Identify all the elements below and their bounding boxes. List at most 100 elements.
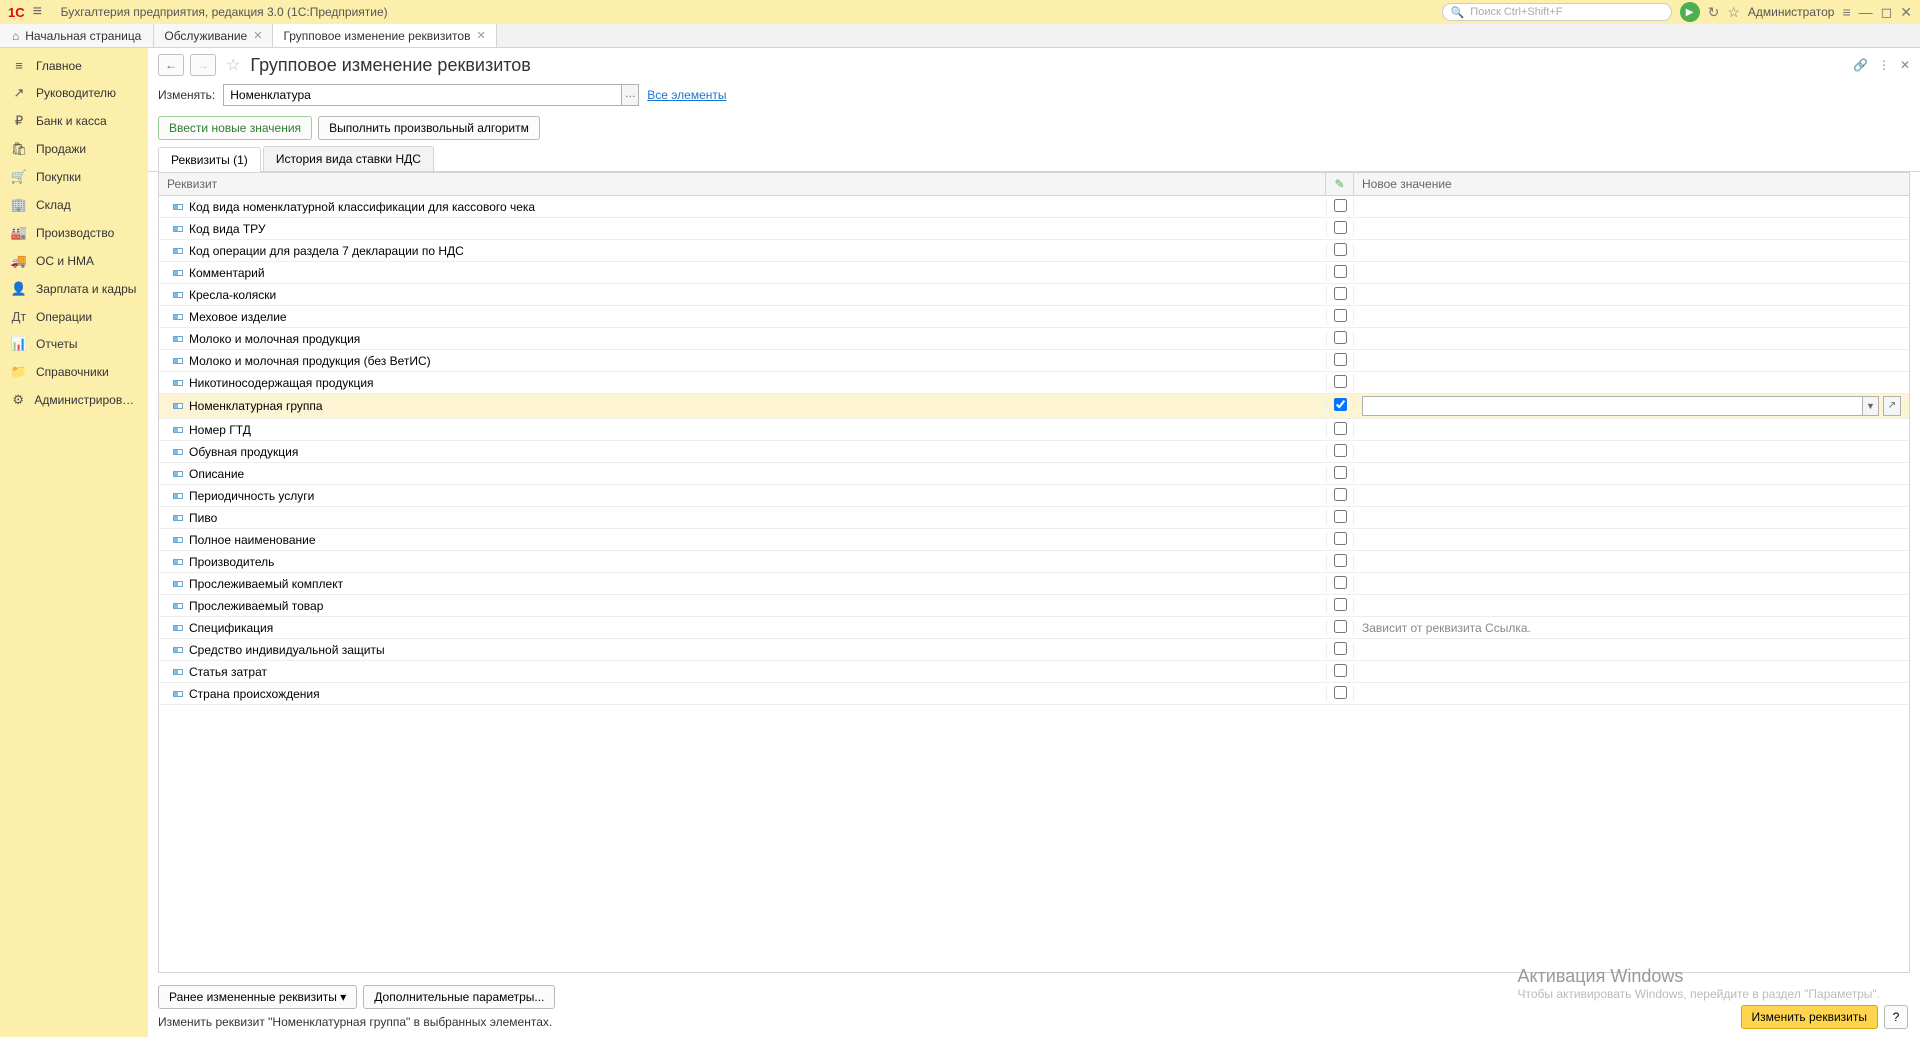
table-row[interactable]: СпецификацияЗависит от реквизита Ссылка. bbox=[159, 617, 1909, 639]
table-row[interactable]: Страна происхождения bbox=[159, 683, 1909, 705]
row-checkbox[interactable] bbox=[1334, 398, 1347, 411]
table-row[interactable]: Кресла-коляски bbox=[159, 284, 1909, 306]
prev-changed-button[interactable]: Ранее измененные реквизиты ▾ bbox=[158, 985, 357, 1009]
attributes-table: Реквизит ✎ Новое значение Код вида номен… bbox=[158, 172, 1910, 973]
sidebar-item-9[interactable]: ДтОперации bbox=[0, 303, 148, 330]
table-row[interactable]: Комментарий bbox=[159, 262, 1909, 284]
link-icon[interactable]: 🔗 bbox=[1853, 58, 1868, 72]
row-name: Номенклатурная группа bbox=[189, 399, 323, 413]
row-checkbox[interactable] bbox=[1334, 466, 1347, 479]
page-close-icon[interactable]: ✕ bbox=[1900, 58, 1910, 72]
table-row[interactable]: Пиво bbox=[159, 507, 1909, 529]
row-checkbox[interactable] bbox=[1334, 221, 1347, 234]
row-checkbox[interactable] bbox=[1334, 309, 1347, 322]
tab-1[interactable]: Групповое изменение реквизитов✕ bbox=[273, 24, 496, 47]
dropdown-icon[interactable]: ▼ bbox=[1863, 396, 1879, 416]
tab-close-icon[interactable]: ✕ bbox=[476, 29, 485, 42]
table-row[interactable]: Статья затрат bbox=[159, 661, 1909, 683]
history-icon[interactable]: ↻ bbox=[1708, 4, 1720, 21]
back-button[interactable]: ← bbox=[158, 54, 184, 76]
value-input[interactable] bbox=[1362, 396, 1863, 416]
minimize-icon[interactable]: — bbox=[1859, 4, 1873, 20]
col-value-header[interactable]: Новое значение bbox=[1354, 173, 1909, 195]
algorithm-button[interactable]: Выполнить произвольный алгоритм bbox=[318, 116, 540, 140]
table-row[interactable]: Прослеживаемый комплект bbox=[159, 573, 1909, 595]
sidebar-item-12[interactable]: ⚙Администрирование bbox=[0, 386, 148, 414]
change-input[interactable] bbox=[223, 84, 621, 106]
menu-icon[interactable]: ≡ bbox=[33, 3, 53, 21]
sidebar-item-10[interactable]: 📊Отчеты bbox=[0, 330, 148, 358]
table-row[interactable]: Меховое изделие bbox=[159, 306, 1909, 328]
table-row[interactable]: Номенклатурная группа ▼↗ bbox=[159, 394, 1909, 419]
table-row[interactable]: Обувная продукция bbox=[159, 441, 1909, 463]
row-checkbox[interactable] bbox=[1334, 375, 1347, 388]
row-checkbox[interactable] bbox=[1334, 265, 1347, 278]
table-body[interactable]: Код вида номенклатурной классификации дл… bbox=[159, 196, 1909, 972]
more-icon[interactable]: ⋮ bbox=[1878, 58, 1890, 72]
table-row[interactable]: Код вида ТРУ bbox=[159, 218, 1909, 240]
tab-home[interactable]: ⌂ Начальная страница bbox=[0, 24, 154, 47]
sidebar-item-3[interactable]: 🛍Продажи bbox=[0, 135, 148, 163]
row-checkbox[interactable] bbox=[1334, 598, 1347, 611]
table-row[interactable]: Периодичность услуги bbox=[159, 485, 1909, 507]
row-checkbox[interactable] bbox=[1334, 353, 1347, 366]
row-checkbox[interactable] bbox=[1334, 554, 1347, 567]
tab-close-icon[interactable]: ✕ bbox=[253, 29, 262, 42]
star-icon[interactable]: ☆ bbox=[226, 55, 240, 75]
row-checkbox[interactable] bbox=[1334, 331, 1347, 344]
sidebar-item-8[interactable]: 👤Зарплата и кадры bbox=[0, 275, 148, 303]
col-name-header[interactable]: Реквизит bbox=[159, 173, 1326, 195]
table-row[interactable]: Код операции для раздела 7 декларации по… bbox=[159, 240, 1909, 262]
search-input[interactable]: 🔍 Поиск Ctrl+Shift+F bbox=[1442, 3, 1672, 21]
row-checkbox[interactable] bbox=[1334, 686, 1347, 699]
row-checkbox[interactable] bbox=[1334, 243, 1347, 256]
close-icon[interactable]: ✕ bbox=[1900, 4, 1912, 21]
favorite-icon[interactable]: ☆ bbox=[1727, 4, 1740, 21]
row-checkbox[interactable] bbox=[1334, 199, 1347, 212]
table-row[interactable]: Молоко и молочная продукция bbox=[159, 328, 1909, 350]
help-button[interactable]: ? bbox=[1884, 1005, 1908, 1029]
row-checkbox[interactable] bbox=[1334, 576, 1347, 589]
row-checkbox[interactable] bbox=[1334, 642, 1347, 655]
table-row[interactable]: Средство индивидуальной защиты bbox=[159, 639, 1909, 661]
maximize-icon[interactable]: ◻ bbox=[1881, 4, 1893, 21]
user-label[interactable]: Администратор bbox=[1748, 5, 1835, 19]
settings-icon[interactable]: ≡ bbox=[1842, 4, 1850, 20]
sidebar-item-0[interactable]: ≡Главное bbox=[0, 52, 148, 79]
sidebar-item-2[interactable]: ₽Банк и касса bbox=[0, 107, 148, 135]
notifications-icon[interactable]: ▶ bbox=[1680, 2, 1700, 22]
all-elements-link[interactable]: Все элементы bbox=[647, 88, 726, 102]
open-icon[interactable]: ↗ bbox=[1883, 396, 1901, 416]
table-row[interactable]: Молоко и молочная продукция (без ВетИС) bbox=[159, 350, 1909, 372]
more-params-button[interactable]: Дополнительные параметры... bbox=[363, 985, 555, 1009]
table-row[interactable]: Код вида номенклатурной классификации дл… bbox=[159, 196, 1909, 218]
apply-button[interactable]: Изменить реквизиты bbox=[1741, 1005, 1878, 1029]
sidebar-item-1[interactable]: ↗Руководителю bbox=[0, 79, 148, 107]
table-row[interactable]: Никотиносодержащая продукция bbox=[159, 372, 1909, 394]
row-checkbox[interactable] bbox=[1334, 488, 1347, 501]
sidebar-item-11[interactable]: 📁Справочники bbox=[0, 358, 148, 386]
forward-button[interactable]: → bbox=[190, 54, 216, 76]
innertab-0[interactable]: Реквизиты (1) bbox=[158, 147, 261, 172]
sidebar-item-7[interactable]: 🚚ОС и НМА bbox=[0, 247, 148, 275]
innertab-1[interactable]: История вида ставки НДС bbox=[263, 146, 434, 171]
table-row[interactable]: Номер ГТД bbox=[159, 419, 1909, 441]
sidebar-item-6[interactable]: 🏭Производство bbox=[0, 219, 148, 247]
row-checkbox[interactable] bbox=[1334, 287, 1347, 300]
table-row[interactable]: Производитель bbox=[159, 551, 1909, 573]
row-checkbox[interactable] bbox=[1334, 510, 1347, 523]
table-row[interactable]: Описание bbox=[159, 463, 1909, 485]
sidebar-item-4[interactable]: 🛒Покупки bbox=[0, 163, 148, 191]
row-checkbox[interactable] bbox=[1334, 664, 1347, 677]
sidebar-item-5[interactable]: 🏢Склад bbox=[0, 191, 148, 219]
new-values-button[interactable]: Ввести новые значения bbox=[158, 116, 312, 140]
table-row[interactable]: Полное наименование bbox=[159, 529, 1909, 551]
row-checkbox[interactable] bbox=[1334, 444, 1347, 457]
table-row[interactable]: Прослеживаемый товар bbox=[159, 595, 1909, 617]
change-select-button[interactable]: … bbox=[621, 84, 639, 106]
row-checkbox[interactable] bbox=[1334, 422, 1347, 435]
row-checkbox[interactable] bbox=[1334, 532, 1347, 545]
col-check-header[interactable]: ✎ bbox=[1326, 173, 1354, 195]
row-checkbox[interactable] bbox=[1334, 620, 1347, 633]
tab-0[interactable]: Обслуживание✕ bbox=[154, 24, 273, 47]
